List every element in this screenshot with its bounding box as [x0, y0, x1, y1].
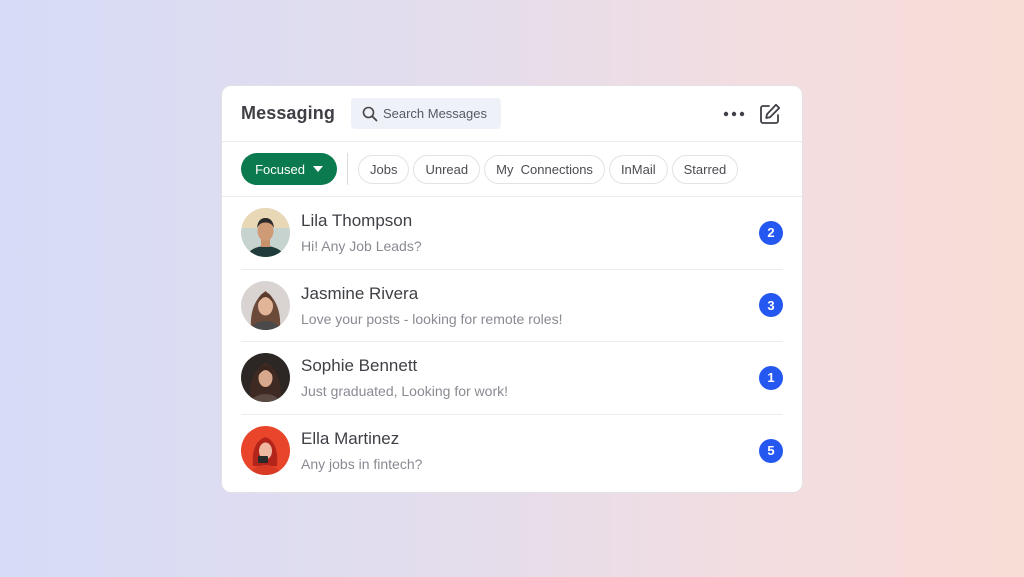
contact-name: Lila Thompson [301, 211, 413, 231]
divider [347, 153, 348, 185]
avatar [241, 208, 290, 258]
search-input[interactable]: Search Messages [350, 98, 501, 129]
conversation-row[interactable]: Sophie Bennett Just graduated, Looking f… [241, 342, 783, 415]
unread-badge: 5 [759, 438, 783, 463]
more-horizontal-icon [723, 111, 745, 116]
message-preview: Any jobs in fintech? [301, 456, 423, 473]
conversation-row[interactable]: Jasmine Rivera Love your posts - looking… [241, 270, 783, 342]
contact-name: Ella Martinez [301, 429, 400, 449]
messaging-panel: Messaging Search Messages Focused Jobs U… [221, 85, 803, 493]
messaging-header: Messaging Search Messages [222, 86, 802, 142]
contact-name: Jasmine Rivera [301, 283, 419, 303]
compose-button[interactable] [758, 102, 782, 126]
filter-chip-unread[interactable]: Unread [413, 154, 481, 184]
avatar [241, 426, 290, 476]
filter-chip-starred[interactable]: Starred [671, 154, 739, 184]
focused-label: Focused [255, 161, 305, 177]
message-preview: Hi! Any Job Leads? [301, 238, 422, 255]
page-title: Messaging [241, 103, 335, 123]
unread-badge: 1 [759, 365, 783, 390]
avatar [241, 353, 290, 403]
compose-edit-icon [760, 103, 781, 124]
search-placeholder: Search Messages [382, 106, 487, 121]
filter-chip-inmail[interactable]: InMail [608, 154, 668, 184]
filter-chip-jobs[interactable]: Jobs [358, 154, 410, 184]
filter-chip-my-connections[interactable]: My Connections [484, 154, 605, 184]
focused-dropdown[interactable]: Focused [241, 153, 337, 185]
avatar [241, 280, 290, 330]
message-preview: Love your posts - looking for remote rol… [301, 310, 563, 327]
filter-bar: Focused Jobs Unread My Connections InMai… [222, 142, 802, 197]
unread-badge: 2 [759, 220, 783, 245]
unread-badge: 3 [759, 293, 783, 318]
conversation-row[interactable]: Ella Martinez Any jobs in fintech? 5 [241, 415, 783, 488]
more-options-button[interactable] [722, 102, 746, 126]
conversation-row[interactable]: Lila Thompson Hi! Any Job Leads? 2 [241, 197, 783, 270]
caret-down-icon [312, 166, 323, 172]
message-preview: Just graduated, Looking for work! [301, 383, 509, 400]
search-icon [362, 106, 378, 121]
conversation-list: Lila Thompson Hi! Any Job Leads? 2 Jasmi… [222, 197, 802, 487]
contact-name: Sophie Bennett [301, 356, 418, 376]
